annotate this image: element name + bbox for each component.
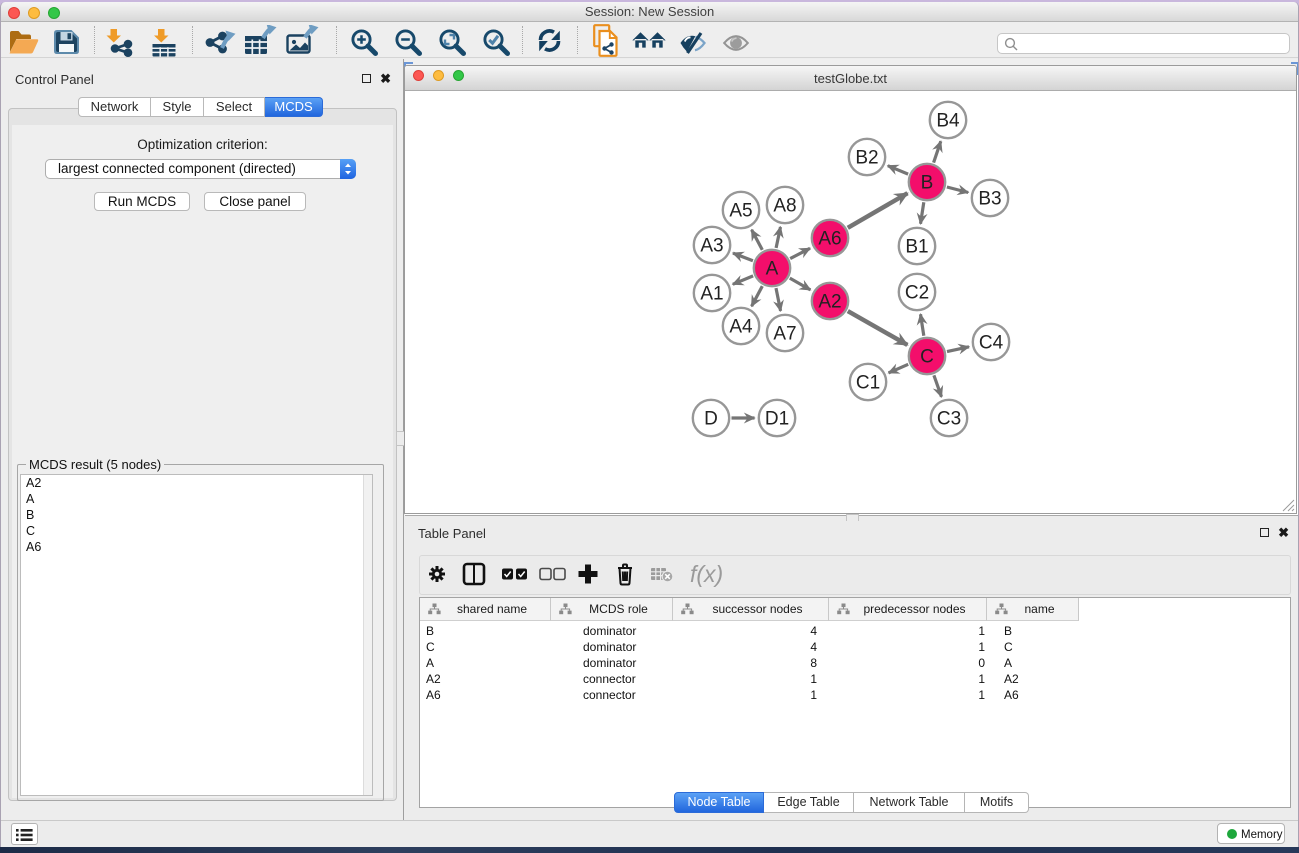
svg-text:C4: C4 xyxy=(979,333,1004,354)
svg-text:C: C xyxy=(920,347,934,368)
svg-text:B4: B4 xyxy=(936,111,960,132)
svg-text:B3: B3 xyxy=(978,189,1001,210)
svg-text:A6: A6 xyxy=(818,229,841,250)
svg-text:A5: A5 xyxy=(729,201,752,222)
svg-text:f(x): f(x) xyxy=(690,561,723,587)
svg-text:A8: A8 xyxy=(773,196,796,217)
svg-text:A1: A1 xyxy=(700,284,723,305)
svg-text:A: A xyxy=(766,259,779,280)
svg-text:C3: C3 xyxy=(937,409,961,430)
svg-text:A7: A7 xyxy=(773,324,796,345)
svg-text:C1: C1 xyxy=(856,373,880,394)
svg-text:D: D xyxy=(704,409,718,430)
svg-text:D1: D1 xyxy=(765,409,789,430)
svg-text:A2: A2 xyxy=(818,292,841,313)
svg-text:A4: A4 xyxy=(729,317,753,338)
svg-text:B2: B2 xyxy=(855,148,878,169)
svg-text:A3: A3 xyxy=(700,236,723,257)
svg-text:C2: C2 xyxy=(905,283,929,304)
svg-text:B: B xyxy=(921,173,934,194)
svg-text:B1: B1 xyxy=(905,237,928,258)
